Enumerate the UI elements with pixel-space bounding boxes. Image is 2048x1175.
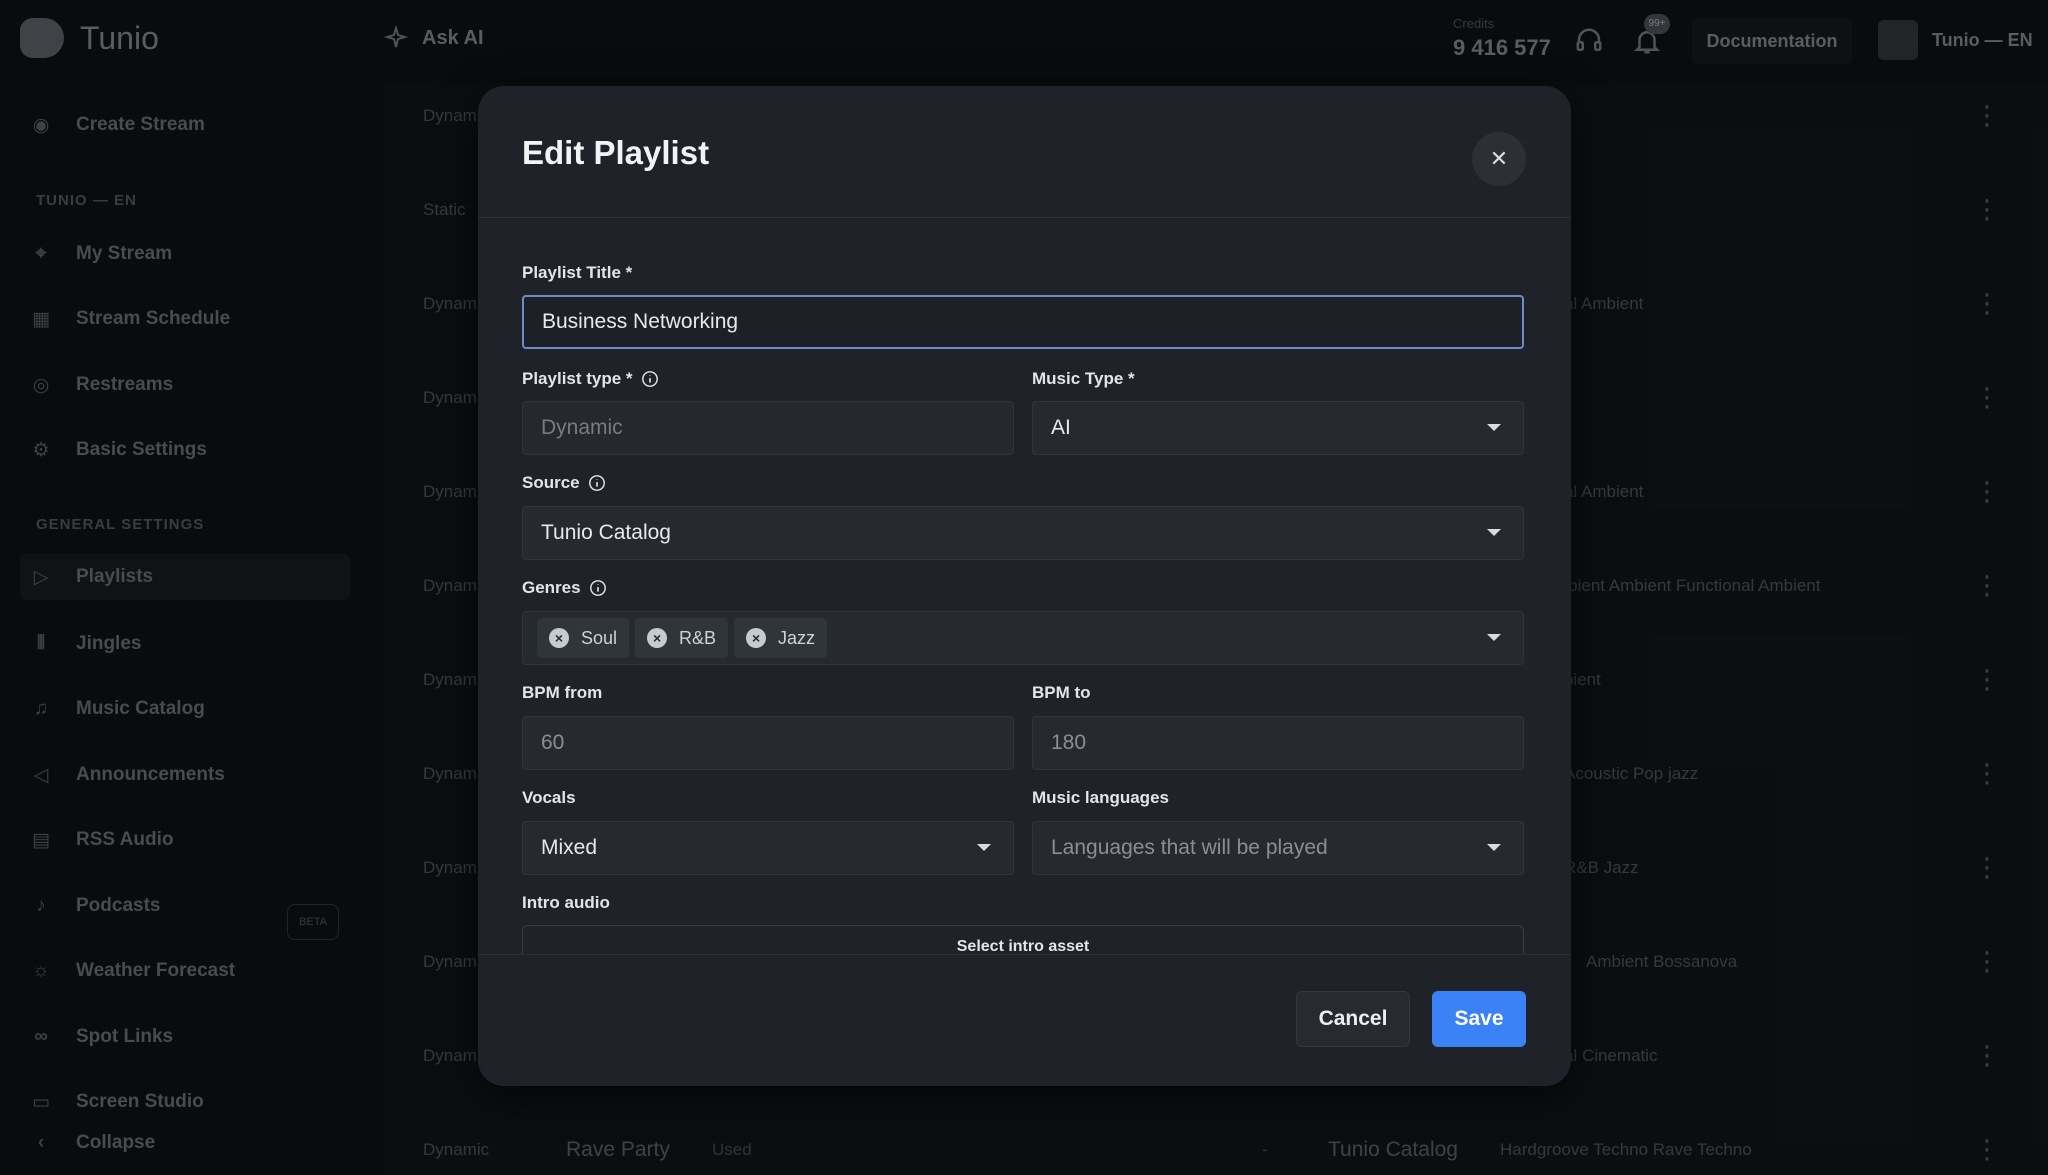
label-text: Vocals	[522, 788, 576, 807]
select-value: Mixed	[541, 836, 598, 859]
label-text: Music Type *	[1032, 369, 1135, 388]
info-icon[interactable]	[641, 370, 659, 388]
playlist-type-select: Dynamic	[522, 401, 1014, 455]
input-value: 180	[1051, 731, 1087, 754]
source-select[interactable]: Tunio Catalog	[522, 506, 1524, 560]
caret-down-icon	[1487, 634, 1501, 641]
input-value: Business Networking	[542, 310, 739, 333]
genre-chip: × Soul	[537, 618, 630, 658]
close-icon: ✕	[1489, 146, 1509, 171]
select-value: Tunio Catalog	[541, 521, 671, 544]
info-icon[interactable]	[589, 579, 607, 597]
select-placeholder: Languages that will be played	[1051, 836, 1328, 859]
caret-down-icon	[977, 844, 991, 851]
caret-down-icon	[1487, 844, 1501, 851]
playlist-title-input[interactable]: Business Networking	[522, 295, 1524, 349]
chip-label: Soul	[581, 627, 618, 648]
chip-label: R&B	[679, 627, 717, 648]
dialog-title: Edit Playlist	[522, 134, 710, 171]
bpm-to-label: BPM to	[1032, 683, 1091, 703]
bpm-from-input[interactable]: 60	[522, 716, 1014, 770]
bpm-to-input[interactable]: 180	[1032, 716, 1524, 770]
label-text: Music languages	[1032, 788, 1169, 807]
remove-chip-icon[interactable]: ×	[647, 628, 668, 648]
caret-down-icon	[1487, 529, 1501, 536]
dialog-header: Edit Playlist ✕	[478, 86, 1571, 218]
music-type-select[interactable]: AI	[1032, 401, 1524, 455]
cancel-button[interactable]: Cancel	[1296, 991, 1410, 1047]
music-languages-label: Music languages	[1032, 788, 1169, 808]
save-button[interactable]: Save	[1432, 991, 1526, 1047]
label-text: Genres	[522, 578, 581, 597]
label-text: BPM to	[1032, 683, 1091, 702]
chip-label: Jazz	[778, 627, 816, 648]
label-text: Intro audio	[522, 893, 610, 912]
close-button[interactable]: ✕	[1472, 132, 1526, 186]
genres-multiselect[interactable]: × Soul × R&B × Jazz	[522, 611, 1524, 665]
caret-down-icon	[1487, 424, 1501, 431]
edit-playlist-dialog: Edit Playlist ✕ Playlist Title * Busines…	[478, 86, 1571, 1086]
genre-chip: × Jazz	[734, 618, 828, 658]
label-text: Source	[522, 473, 580, 492]
intro-audio-label: Intro audio	[522, 893, 610, 913]
label-text: Playlist Title *	[522, 263, 633, 282]
select-value: AI	[1051, 416, 1071, 439]
select-value: Dynamic	[541, 416, 623, 439]
source-label: Source	[522, 473, 606, 493]
genres-label: Genres	[522, 578, 607, 598]
bpm-from-label: BPM from	[522, 683, 602, 703]
music-languages-select[interactable]: Languages that will be played	[1032, 821, 1524, 875]
genre-chip: × R&B	[635, 618, 729, 658]
label-text: Playlist type *	[522, 369, 633, 388]
dialog-footer: Cancel Save	[478, 954, 1571, 1086]
remove-chip-icon[interactable]: ×	[549, 628, 569, 648]
button-label: Select intro asset	[956, 938, 1090, 954]
input-value: 60	[541, 731, 565, 754]
info-icon[interactable]	[588, 474, 606, 492]
vocals-select[interactable]: Mixed	[522, 821, 1014, 875]
select-intro-asset-button[interactable]: Select intro asset	[522, 925, 1524, 954]
dialog-body: Playlist Title * Business Networking Pla…	[478, 219, 1571, 954]
music-type-label: Music Type *	[1032, 369, 1135, 389]
vocals-label: Vocals	[522, 788, 576, 808]
remove-chip-icon[interactable]: ×	[746, 628, 767, 648]
playlist-type-label: Playlist type *	[522, 369, 659, 389]
label-text: BPM from	[522, 683, 603, 702]
playlist-title-label: Playlist Title *	[522, 263, 632, 283]
